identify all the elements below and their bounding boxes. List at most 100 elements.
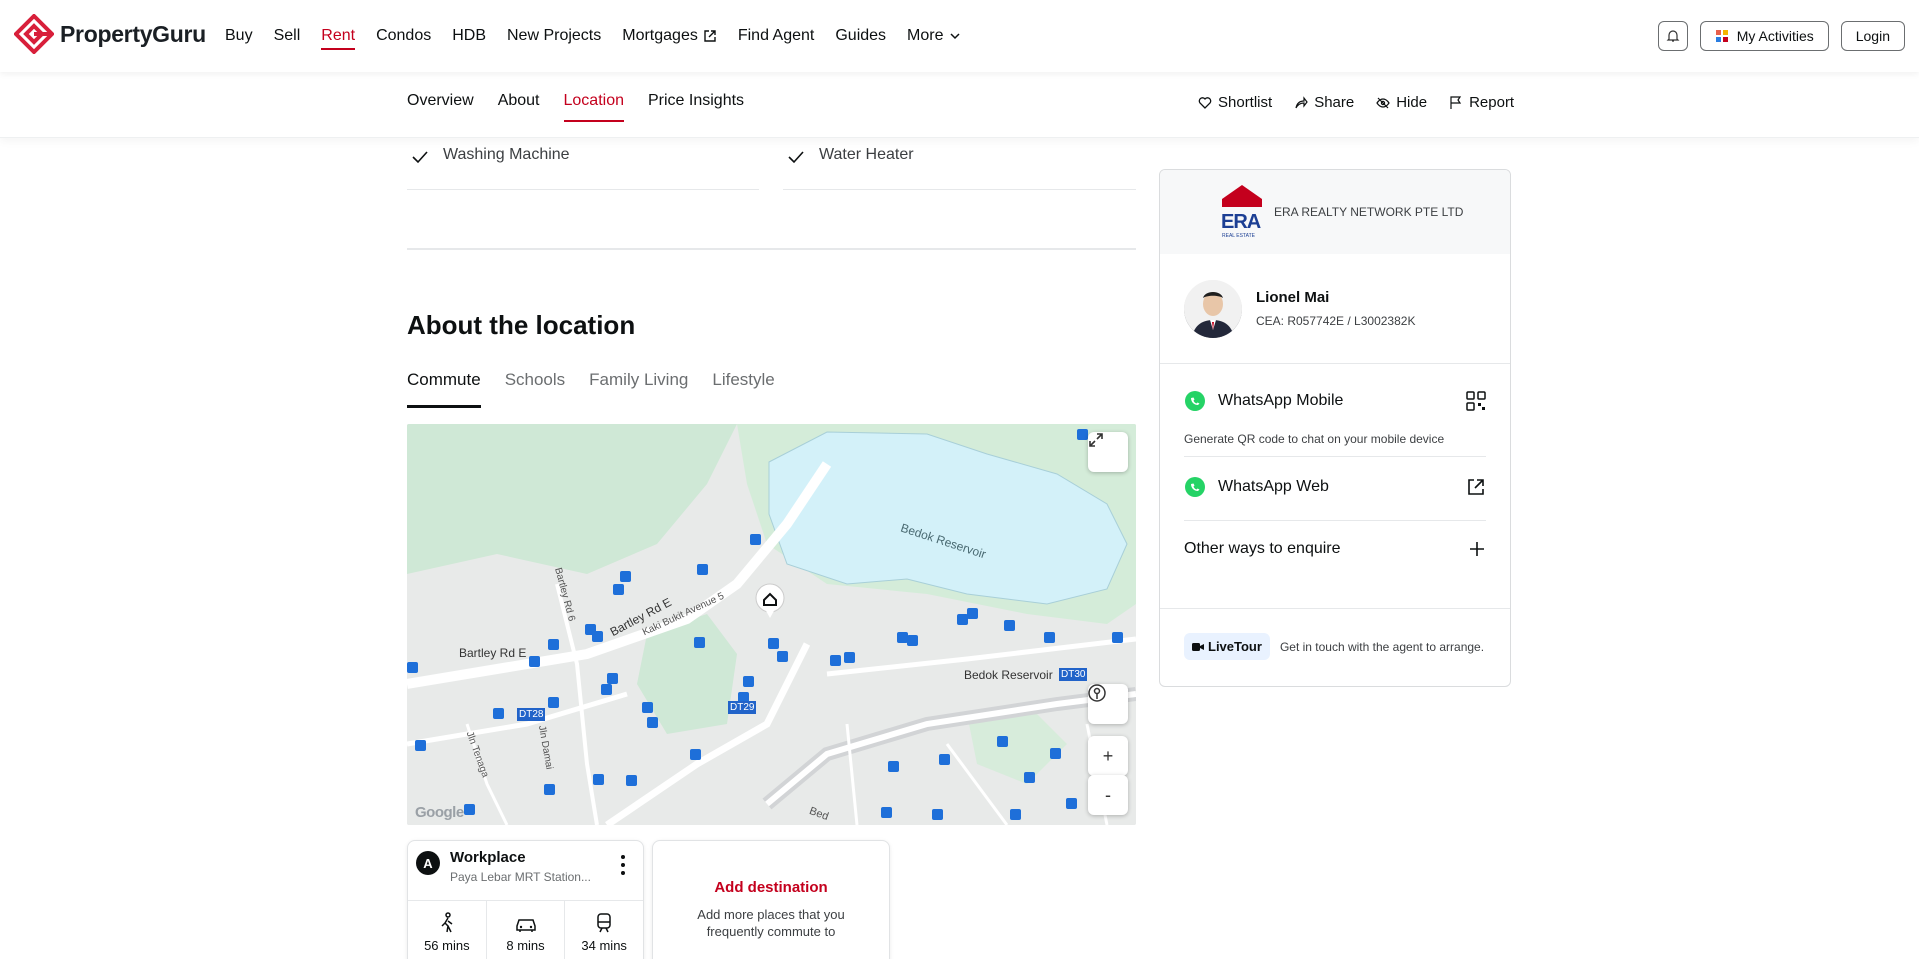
map-zoom-out-button[interactable]: - (1088, 775, 1128, 815)
bus-stop-marker[interactable] (593, 774, 604, 785)
bus-stop-marker[interactable] (881, 807, 892, 818)
bus-stop-marker[interactable] (844, 652, 855, 663)
agent-name: Lionel Mai (1256, 289, 1330, 306)
bus-stop-marker[interactable] (647, 717, 658, 728)
map-fullscreen-button[interactable] (1088, 432, 1128, 472)
my-activities-button[interactable]: My Activities (1699, 21, 1829, 51)
share-button[interactable]: Share (1294, 94, 1354, 111)
report-button[interactable]: Report (1449, 94, 1514, 111)
bus-stop-marker[interactable] (1077, 429, 1088, 440)
add-destination-card[interactable]: Add destination Add more places that you… (652, 840, 890, 959)
agency-header: ERA REAL ESTATE ERA REALTY NETWORK PTE L… (1160, 170, 1510, 254)
brand-name: PropertyGuru (60, 20, 206, 47)
nav-rent[interactable]: Rent (321, 21, 355, 51)
bus-stop-marker[interactable] (642, 702, 653, 713)
bus-stop-marker[interactable] (750, 534, 761, 545)
bus-stop-marker[interactable] (932, 809, 943, 820)
bus-stop-marker[interactable] (601, 684, 612, 695)
google-attribution[interactable]: Google (415, 804, 464, 821)
location-map[interactable]: Bedok Reservoir Bedok Reservoir Bartley … (407, 424, 1136, 825)
bus-stop-marker[interactable] (907, 635, 918, 646)
nav-condos[interactable]: Condos (376, 21, 431, 51)
nav-mortgages-label: Mortgages (622, 27, 698, 44)
bus-stop-marker[interactable] (830, 655, 841, 666)
amenity-label: Water Heater (819, 146, 914, 163)
agent-profile[interactable]: Lionel Mai CEA: R057742E / L3002382K (1160, 254, 1510, 364)
main-menu: Buy Sell Rent Condos HDB New Projects Mo… (225, 0, 982, 72)
bus-stop-marker[interactable] (464, 804, 475, 815)
bus-stop-marker[interactable] (613, 584, 624, 595)
hide-button[interactable]: Hide (1376, 94, 1427, 111)
map-zoom-in-button[interactable]: + (1088, 736, 1128, 776)
bus-stop-marker[interactable] (607, 673, 618, 684)
nav-new-projects[interactable]: New Projects (507, 21, 601, 51)
commute-time: 56 mins (424, 937, 470, 953)
bus-stop-marker[interactable] (939, 754, 950, 765)
bus-stop-marker[interactable] (1004, 620, 1015, 631)
nav-hdb[interactable]: HDB (452, 21, 486, 51)
bus-stop-marker[interactable] (1010, 809, 1021, 820)
whatsapp-web-button[interactable]: WhatsApp Web (1184, 476, 1486, 498)
nav-mortgages[interactable]: Mortgages (622, 21, 717, 51)
mrt-station-tag[interactable]: DT28 (517, 708, 546, 721)
bus-stop-marker[interactable] (690, 749, 701, 760)
expand-icon (1089, 433, 1103, 447)
tab-lifestyle[interactable]: Lifestyle (712, 370, 774, 408)
bus-stop-marker[interactable] (694, 637, 705, 648)
bus-stop-marker[interactable] (997, 736, 1008, 747)
walk-icon (441, 911, 453, 932)
workplace-card[interactable]: A Workplace Paya Lebar MRT Station... 56… (407, 840, 644, 959)
nav-more[interactable]: More (907, 21, 960, 51)
mrt-station-tag[interactable]: DT29 (728, 701, 757, 714)
commute-walk[interactable]: 56 mins (408, 901, 487, 959)
bus-stop-marker[interactable] (777, 651, 788, 662)
bus-stop-marker[interactable] (1112, 632, 1123, 643)
tab-about[interactable]: About (498, 92, 540, 118)
bus-stop-marker[interactable] (768, 638, 779, 649)
bus-stop-marker[interactable] (415, 740, 426, 751)
tab-price-insights[interactable]: Price Insights (648, 92, 744, 118)
bus-stop-marker[interactable] (620, 571, 631, 582)
bus-stop-marker[interactable] (544, 784, 555, 795)
bus-stop-marker[interactable] (548, 697, 559, 708)
bus-stop-marker[interactable] (1066, 798, 1077, 809)
bus-stop-marker[interactable] (529, 656, 540, 667)
nav-find-agent[interactable]: Find Agent (738, 21, 815, 51)
bus-stop-marker[interactable] (592, 631, 603, 642)
nav-sell[interactable]: Sell (274, 21, 301, 51)
shortlist-button[interactable]: Shortlist (1198, 94, 1272, 111)
bus-stop-marker[interactable] (493, 708, 504, 719)
bus-stop-marker[interactable] (407, 662, 418, 673)
tab-commute[interactable]: Commute (407, 370, 481, 408)
other-ways-toggle[interactable]: Other ways to enquire (1184, 540, 1486, 558)
notifications-button[interactable] (1657, 21, 1688, 51)
tab-family-living[interactable]: Family Living (589, 370, 688, 408)
bus-stop-marker[interactable] (1050, 748, 1061, 759)
commute-time: 34 mins (581, 937, 627, 953)
login-button[interactable]: Login (1840, 21, 1905, 51)
bus-stop-marker[interactable] (548, 639, 559, 650)
propertyguru-logo[interactable]: PropertyGuru (14, 14, 206, 54)
tab-schools[interactable]: Schools (505, 370, 565, 408)
livetour-badge[interactable]: LiveTour (1184, 633, 1270, 660)
tab-location[interactable]: Location (563, 92, 624, 122)
workplace-subtitle: Paya Lebar MRT Station... (450, 870, 591, 884)
map-street-view-button[interactable] (1088, 684, 1128, 724)
bus-stop-marker[interactable] (697, 564, 708, 575)
bus-stop-marker[interactable] (888, 761, 899, 772)
nav-buy[interactable]: Buy (225, 21, 253, 51)
bus-stop-marker[interactable] (1044, 632, 1055, 643)
more-options-icon[interactable] (621, 855, 625, 875)
mrt-station-tag[interactable]: DT30 (1059, 668, 1088, 681)
commute-train[interactable]: 34 mins (565, 901, 643, 959)
bus-stop-marker[interactable] (1024, 772, 1035, 783)
bus-stop-marker[interactable] (743, 676, 754, 687)
bus-stop-marker[interactable] (967, 608, 978, 619)
whatsapp-mobile-button[interactable]: WhatsApp Mobile (1184, 390, 1486, 412)
commute-car[interactable]: 8 mins (487, 901, 566, 959)
tab-overview[interactable]: Overview (407, 92, 474, 118)
agency-name: ERA REALTY NETWORK PTE LTD (1274, 205, 1464, 219)
nav-guides[interactable]: Guides (835, 21, 886, 51)
bus-stop-marker[interactable] (626, 775, 637, 786)
whatsapp-icon (1185, 477, 1205, 497)
